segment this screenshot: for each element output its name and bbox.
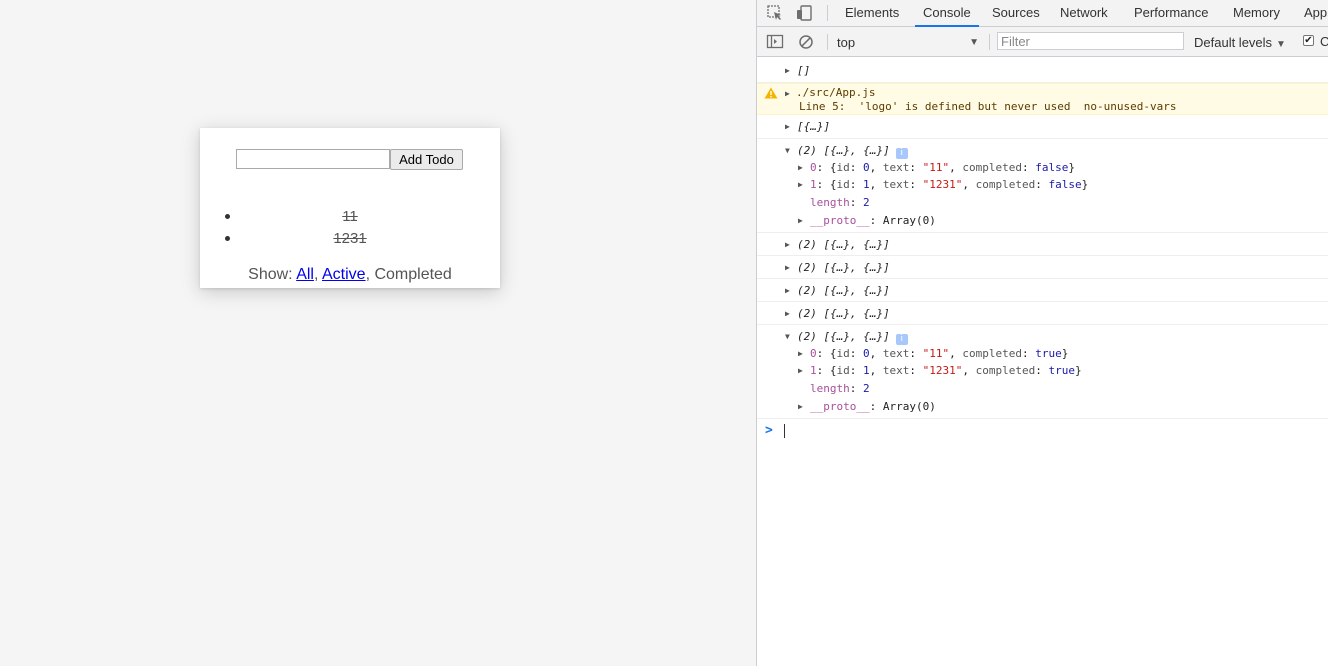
expand-arrow-icon[interactable]: ▶: [798, 366, 807, 375]
log-text: (2) [{…}, {…}]: [797, 307, 890, 320]
context-selector[interactable]: top ▼: [837, 34, 979, 51]
array-proto: __proto__: Array(0): [810, 400, 936, 413]
group-similar-checkbox[interactable]: ✔: [1303, 35, 1314, 46]
expand-arrow-icon[interactable]: ▶: [798, 349, 807, 358]
log-text: (2) [{…}, {…}]: [797, 261, 890, 274]
devtools-panel: Elements Console Sources Network Perform…: [756, 0, 1328, 666]
expand-arrow-icon[interactable]: ▶: [785, 122, 794, 131]
context-value: top: [837, 35, 856, 50]
info-icon[interactable]: i: [895, 334, 908, 345]
console-toolbar: top ▼ Default levels▼ ✔ C: [757, 27, 1328, 57]
toolbar-divider: [827, 34, 828, 50]
filter-completed-current: Completed: [374, 266, 452, 283]
tab-console[interactable]: Console: [915, 0, 979, 27]
checkbox-label: C: [1320, 34, 1328, 49]
levels-label: Default levels: [1194, 35, 1273, 50]
log-entry[interactable]: ▶ (2) [{…}, {…}]: [757, 302, 1328, 325]
array-item: 1: {id: 1, text: "1231", completed: true…: [810, 364, 1082, 377]
dropdown-caret-icon: ▼: [1276, 39, 1286, 50]
array-length: length: 2: [810, 196, 870, 209]
app-viewport: Add Todo 11 1231 Show: All, Active, Comp…: [0, 0, 756, 666]
log-text: (2) [{…}, {…}] i: [797, 144, 908, 159]
filter-all-link[interactable]: All: [296, 266, 314, 283]
prompt-chevron-icon: >: [765, 423, 773, 438]
todo-text: 11: [342, 208, 358, 225]
todo-item[interactable]: 1231: [200, 228, 500, 250]
filter-footer: Show: All, Active, Completed: [200, 266, 500, 284]
log-entry-expanded[interactable]: ▼ (2) [{…}, {…}] i ▶ 0: {id: 0, text: "11…: [757, 139, 1328, 233]
log-entry[interactable]: ▶ (2) [{…}, {…}]: [757, 233, 1328, 256]
console-prompt[interactable]: >: [757, 419, 1328, 449]
log-entry[interactable]: ▶ [{…}]: [757, 115, 1328, 139]
log-text: (2) [{…}, {…}] i: [797, 330, 908, 345]
todo-input[interactable]: [236, 149, 390, 169]
tab-sources[interactable]: Sources: [984, 0, 1048, 26]
dropdown-caret-icon: ▼: [969, 37, 979, 48]
inspect-element-icon[interactable]: [766, 4, 784, 22]
array-item: 0: {id: 0, text: "11", completed: false}: [810, 161, 1075, 174]
collapse-arrow-icon[interactable]: ▼: [785, 332, 794, 341]
add-todo-button[interactable]: Add Todo: [390, 149, 463, 170]
todo-list: 11 1231: [200, 206, 500, 250]
warning-entry[interactable]: ▶ ./src/App.js Line 5: 'logo' is defined…: [757, 83, 1328, 115]
array-item: 1: {id: 1, text: "1231", completed: fals…: [810, 178, 1089, 191]
log-text: []: [797, 64, 811, 77]
tab-application[interactable]: App: [1296, 0, 1328, 26]
log-entry[interactable]: ▶ (2) [{…}, {…}]: [757, 279, 1328, 302]
expand-arrow-icon[interactable]: ▶: [785, 309, 794, 318]
todo-text: 1231: [333, 230, 367, 247]
text-cursor: [784, 424, 785, 438]
warning-file: ./src/App.js: [796, 86, 876, 99]
array-proto: __proto__: Array(0): [810, 214, 936, 227]
expand-arrow-icon[interactable]: ▶: [785, 286, 794, 295]
log-entry[interactable]: ▶ []: [757, 57, 1328, 83]
expand-arrow-icon[interactable]: ▶: [798, 402, 807, 411]
log-text: (2) [{…}, {…}]: [797, 238, 890, 251]
collapse-arrow-icon[interactable]: ▼: [785, 146, 794, 155]
show-label: Show:: [248, 266, 297, 283]
sidebar-toggle-icon[interactable]: [766, 33, 784, 51]
devtools-tabbar: Elements Console Sources Network Perform…: [757, 0, 1328, 27]
array-length: length: 2: [810, 382, 870, 395]
todo-item[interactable]: 11: [200, 206, 500, 228]
console-output: ▶ [] ▶ ./src/App.js Line 5: 'logo' is de…: [757, 57, 1328, 666]
log-text: (2) [{…}, {…}]: [797, 284, 890, 297]
tab-network[interactable]: Network: [1052, 0, 1116, 26]
log-text: [{…}]: [797, 120, 831, 133]
toolbar-divider: [989, 34, 990, 50]
tab-performance[interactable]: Performance: [1126, 0, 1216, 26]
filter-separator: ,: [313, 266, 322, 283]
tab-elements[interactable]: Elements: [837, 0, 907, 26]
filter-input[interactable]: [997, 32, 1184, 50]
bullet-icon: [225, 236, 230, 241]
tab-memory[interactable]: Memory: [1225, 0, 1288, 26]
expand-arrow-icon[interactable]: ▶: [785, 66, 794, 75]
log-entry[interactable]: ▶ (2) [{…}, {…}]: [757, 256, 1328, 279]
log-levels-dropdown[interactable]: Default levels ▼: [1194, 34, 1286, 53]
warning-message: Line 5: 'logo' is defined but never used…: [799, 100, 1177, 113]
expand-arrow-icon[interactable]: ▶: [785, 263, 794, 272]
expand-arrow-icon[interactable]: ▶: [785, 89, 794, 98]
log-entry-expanded[interactable]: ▼ (2) [{…}, {…}] i ▶ 0: {id: 0, text: "11…: [757, 325, 1328, 419]
device-toolbar-icon[interactable]: [795, 4, 813, 22]
array-item: 0: {id: 0, text: "11", completed: true}: [810, 347, 1069, 360]
warning-icon: [764, 87, 778, 99]
filter-active-link[interactable]: Active: [322, 266, 366, 283]
info-icon[interactable]: i: [895, 148, 908, 159]
expand-arrow-icon[interactable]: ▶: [785, 240, 794, 249]
expand-arrow-icon[interactable]: ▶: [798, 216, 807, 225]
bullet-icon: [225, 214, 230, 219]
todo-card: Add Todo 11 1231 Show: All, Active, Comp…: [200, 128, 500, 288]
expand-arrow-icon[interactable]: ▶: [798, 180, 807, 189]
clear-console-icon[interactable]: [797, 33, 815, 51]
toolbar-divider: [827, 5, 828, 21]
expand-arrow-icon[interactable]: ▶: [798, 163, 807, 172]
